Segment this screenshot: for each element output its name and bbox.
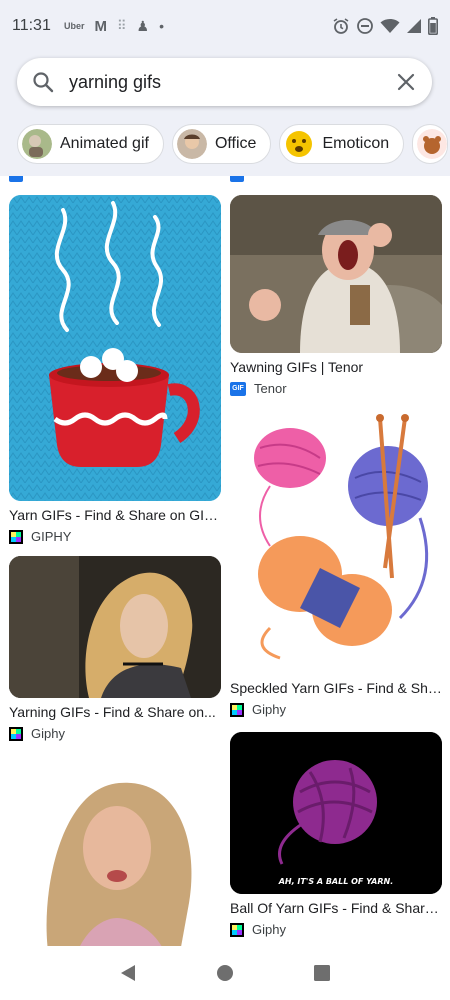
- back-icon[interactable]: [119, 964, 137, 982]
- result-image[interactable]: [9, 556, 221, 698]
- giphy-icon: [9, 726, 23, 741]
- result-title[interactable]: Yarn GIFs - Find & Share on GIPHY: [9, 507, 221, 523]
- status-time: 11:31: [12, 17, 51, 34]
- yarning-woman-image: [9, 556, 221, 698]
- result-image[interactable]: [9, 195, 221, 501]
- result-source-label: Giphy: [252, 922, 286, 937]
- ball-of-yarn-image: [230, 732, 442, 894]
- chip-thumbnail-icon: [22, 129, 52, 159]
- tenor-icon: [9, 176, 23, 182]
- result-card[interactable]: AH, IT'S A BALL OF YARN. Ball Of Yarn GI…: [230, 732, 442, 937]
- giphy-icon: [9, 529, 23, 544]
- battery-icon: [428, 17, 438, 35]
- tenor-icon: GIF: [230, 381, 246, 396]
- grid-icon: ⠿: [117, 18, 127, 33]
- result-title[interactable]: Ball Of Yarn GIFs - Find & Share...: [230, 900, 442, 916]
- gmail-icon: M: [94, 17, 108, 35]
- image-caption: AH, IT'S A BALL OF YARN.: [278, 877, 394, 886]
- chip-thumbnail-icon: [286, 131, 313, 157]
- result-source[interactable]: Giphy: [230, 922, 442, 937]
- home-icon[interactable]: [216, 964, 234, 982]
- result-title[interactable]: Yarning GIFs - Find & Share on...: [9, 704, 221, 720]
- result-image[interactable]: [230, 195, 442, 353]
- search-header: yarning gifs Animated gif Office Emotico…: [0, 52, 450, 176]
- do-not-disturb-icon: [357, 18, 373, 34]
- search-bar[interactable]: yarning gifs: [17, 58, 432, 106]
- result-source-label: Giphy: [31, 726, 65, 741]
- chip-thumbnail-icon: [176, 129, 207, 159]
- result-source[interactable]: GIF Tenor: [230, 381, 442, 396]
- giphy-icon: [230, 922, 244, 937]
- result-title[interactable]: Yawning GIFs | Tenor: [230, 359, 442, 375]
- result-source[interactable]: GIPHY: [9, 529, 221, 544]
- woman-talking-image: [9, 758, 221, 946]
- chip-label: Emoticon: [322, 135, 390, 152]
- result-card[interactable]: Yawning GIFs | Tenor GIF Tenor: [230, 195, 442, 396]
- search-icon[interactable]: [31, 70, 55, 94]
- result-image[interactable]: [9, 758, 221, 946]
- result-image[interactable]: [230, 408, 442, 674]
- system-navigation-bar: [0, 946, 450, 1000]
- clear-icon[interactable]: [394, 70, 418, 94]
- chip-thumbnail-icon: [417, 129, 448, 159]
- result-card[interactable]: Yarning GIFs - Find & Share on... Giphy: [9, 556, 221, 741]
- chip-emoticon[interactable]: Emoticon: [279, 124, 405, 164]
- dot-icon: •: [159, 18, 165, 34]
- recents-icon[interactable]: [313, 964, 331, 982]
- figure-icon: ♟: [136, 17, 150, 34]
- result-source-label: Tenor: [254, 381, 287, 396]
- wifi-icon: [380, 19, 400, 33]
- result-card[interactable]: Yarn GIFs - Find & Share on GIPHY GIPHY: [9, 195, 221, 544]
- speckled-yarn-image: [230, 408, 442, 674]
- result-card[interactable]: Speckled Yarn GIFs - Find & Sha... Giphy: [230, 408, 442, 717]
- previous-result-source: [230, 176, 244, 182]
- result-source[interactable]: Giphy: [230, 702, 442, 717]
- tenor-icon: [230, 176, 244, 182]
- giphy-icon: [230, 702, 244, 717]
- chip-more[interactable]: [412, 124, 449, 164]
- alarm-icon: [333, 18, 349, 34]
- image-results: Yarn GIFs - Find & Share on GIPHY GIPHY …: [0, 176, 450, 946]
- previous-result-source: [9, 176, 23, 182]
- suggestion-chips: Animated gif Office Emoticon: [17, 124, 449, 166]
- chip-office[interactable]: Office: [171, 124, 272, 164]
- yawning-dwarf-image: [230, 195, 442, 353]
- result-card[interactable]: [9, 758, 221, 946]
- knitted-mug-image: [9, 195, 221, 501]
- result-source[interactable]: Giphy: [9, 726, 221, 741]
- system-icons: [332, 17, 438, 35]
- chip-label: Animated gif: [60, 135, 149, 152]
- result-source-label: Giphy: [252, 702, 286, 717]
- chip-label: Office: [214, 135, 257, 152]
- status-bar: 11:31 Uber M ⠿ ♟ •: [0, 0, 450, 52]
- notification-icons: Uber M ⠿ ♟ •: [64, 18, 164, 35]
- signal-icon: [407, 19, 421, 33]
- result-title[interactable]: Speckled Yarn GIFs - Find & Sha...: [230, 680, 442, 696]
- result-image[interactable]: AH, IT'S A BALL OF YARN.: [230, 732, 442, 894]
- uber-icon: Uber: [64, 21, 85, 31]
- search-input[interactable]: yarning gifs: [69, 72, 394, 93]
- result-source-label: GIPHY: [31, 529, 72, 544]
- chip-animated-gif[interactable]: Animated gif: [17, 124, 164, 164]
